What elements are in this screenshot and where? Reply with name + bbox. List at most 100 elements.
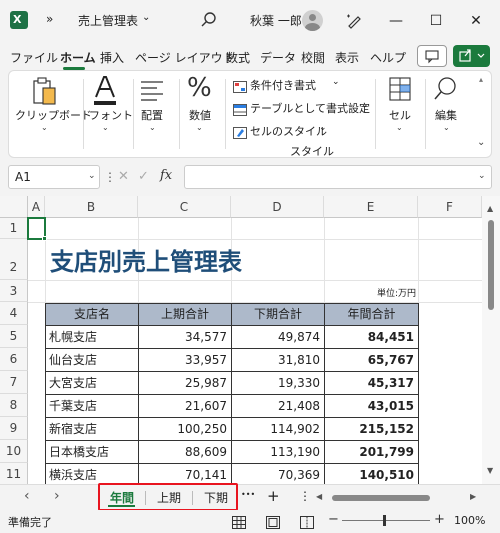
table-cell[interactable]: 仙台支店 <box>45 348 139 372</box>
normal-view-icon[interactable] <box>232 514 246 529</box>
tab-annual[interactable]: 年間 <box>110 489 134 506</box>
table-cell[interactable]: 49,874 <box>231 325 325 349</box>
table-cell[interactable]: 113,190 <box>231 440 325 464</box>
table-cell[interactable]: 100,250 <box>138 417 232 441</box>
header-branch[interactable]: 支店名 <box>45 303 139 326</box>
pen-icon[interactable] <box>345 12 363 30</box>
zoom-slider-track[interactable] <box>342 520 430 521</box>
column-header-a[interactable]: A <box>28 196 45 218</box>
row-header-11[interactable]: 11 <box>0 463 28 484</box>
row-header-6[interactable]: 6 <box>0 348 28 371</box>
column-header-f[interactable]: F <box>418 196 482 218</box>
menu-review[interactable]: 校閲 <box>301 49 325 66</box>
scroll-down-icon[interactable]: ▼ <box>487 466 493 475</box>
table-cell[interactable]: 21,408 <box>231 394 325 418</box>
zoom-out-button[interactable]: − <box>328 512 339 527</box>
unit-label[interactable]: 単位:万円 <box>360 286 416 299</box>
table-cell[interactable]: 34,577 <box>138 325 232 349</box>
function-icon[interactable]: fx <box>160 168 172 183</box>
menu-insert[interactable]: 挿入 <box>100 49 124 66</box>
zoom-slider-thumb[interactable] <box>383 515 386 526</box>
chevron-down-icon[interactable]: ⌄ <box>478 171 486 181</box>
column-header-d[interactable]: D <box>231 196 324 218</box>
fill-handle[interactable] <box>42 236 47 241</box>
scroll-right-icon[interactable]: ▶ <box>470 492 476 501</box>
table-cell[interactable]: 日本橋支店 <box>45 440 139 464</box>
column-header-b[interactable]: B <box>45 196 138 218</box>
horizontal-scrollbar[interactable]: ◀ ▶ <box>316 491 482 505</box>
search-icon[interactable] <box>200 11 218 29</box>
column-header-c[interactable]: C <box>138 196 231 218</box>
confirm-icon[interactable]: ✓ <box>138 169 149 184</box>
menu-page-layout[interactable]: ページ レイアウト <box>135 49 235 66</box>
tab-first-half[interactable]: 上期 <box>157 489 181 506</box>
cell-style-button[interactable]: セルのスタイル <box>250 123 327 139</box>
sheet-title[interactable]: 支店別売上管理表 <box>50 242 242 277</box>
percent-icon[interactable]: % <box>187 73 212 103</box>
maximize-button[interactable]: ☐ <box>422 8 450 34</box>
menu-home[interactable]: ホーム <box>60 49 96 66</box>
page-layout-view-icon[interactable] <box>266 514 280 529</box>
table-format-button[interactable]: テーブルとして書式設定 <box>250 100 370 116</box>
add-sheet-button[interactable]: + <box>267 487 280 505</box>
more-sheets-button[interactable]: ••• <box>241 490 255 499</box>
collapse-ribbon-icon[interactable]: ⌄ <box>477 137 485 148</box>
table-cell[interactable]: 70,369 <box>231 463 325 484</box>
minimize-button[interactable]: — <box>382 8 410 34</box>
header-annual[interactable]: 年間合計 <box>324 303 419 326</box>
header-second-half[interactable]: 下期合計 <box>231 303 325 326</box>
search-icon[interactable] <box>433 75 459 103</box>
close-button[interactable]: ✕ <box>462 8 490 34</box>
row-header-10[interactable]: 10 <box>0 440 28 463</box>
cells-icon[interactable] <box>387 75 413 103</box>
share-button[interactable] <box>453 45 490 67</box>
table-cell[interactable]: 45,317 <box>324 371 419 395</box>
menu-file[interactable]: ファイル <box>10 49 58 66</box>
row-header-5[interactable]: 5 <box>0 325 28 348</box>
header-first-half[interactable]: 上期合計 <box>138 303 232 326</box>
clipboard-icon[interactable] <box>31 77 59 107</box>
user-name[interactable]: 秋葉 一郎 <box>250 12 302 29</box>
table-cell[interactable]: 70,141 <box>138 463 232 484</box>
cancel-icon[interactable]: ✕ <box>118 169 129 184</box>
table-cell[interactable]: 65,767 <box>324 348 419 372</box>
scroll-left-icon[interactable]: ◀ <box>316 492 322 501</box>
page-break-view-icon[interactable] <box>300 514 314 529</box>
chevron-right-icon[interactable]: › <box>54 488 60 504</box>
formula-input[interactable] <box>184 165 492 189</box>
vertical-scroll-thumb[interactable] <box>488 220 494 310</box>
scroll-up-icon[interactable]: ▴ <box>479 75 483 84</box>
table-cell[interactable]: 215,152 <box>324 417 419 441</box>
scroll-up-icon[interactable]: ▲ <box>487 204 493 213</box>
overflow-chevron[interactable]: » <box>46 12 53 26</box>
table-cell[interactable]: 19,330 <box>231 371 325 395</box>
row-header-9[interactable]: 9 <box>0 417 28 440</box>
table-cell[interactable]: 大宮支店 <box>45 371 139 395</box>
comment-button[interactable] <box>417 45 447 67</box>
vertical-scrollbar[interactable]: ▲ ▼ <box>482 196 500 484</box>
row-header-7[interactable]: 7 <box>0 371 28 394</box>
select-all-corner[interactable] <box>0 196 28 218</box>
menu-formulas[interactable]: 数式 <box>226 49 250 66</box>
chevron-down-icon[interactable]: ⌄ <box>88 171 96 181</box>
avatar[interactable] <box>302 10 323 31</box>
excel-icon[interactable]: X <box>10 11 28 29</box>
table-cell[interactable]: 千葉支店 <box>45 394 139 418</box>
row-header-3[interactable]: 3 <box>0 280 28 302</box>
chevron-left-icon[interactable]: ‹ <box>24 488 30 504</box>
column-header-e[interactable]: E <box>324 196 418 218</box>
cells-group-label[interactable]: セル <box>389 107 411 123</box>
zoom-in-button[interactable]: + <box>434 512 445 527</box>
table-cell[interactable]: 33,957 <box>138 348 232 372</box>
table-cell[interactable]: 横浜支店 <box>45 463 139 484</box>
table-cell[interactable]: 31,810 <box>231 348 325 372</box>
table-cell[interactable]: 114,902 <box>231 417 325 441</box>
table-cell[interactable]: 札幌支店 <box>45 325 139 349</box>
horizontal-scroll-thumb[interactable] <box>332 495 430 501</box>
table-cell[interactable]: 84,451 <box>324 325 419 349</box>
table-cell[interactable]: 新宿支店 <box>45 417 139 441</box>
row-header-8[interactable]: 8 <box>0 394 28 417</box>
number-group-label[interactable]: 数値 <box>189 107 211 123</box>
align-icon[interactable] <box>139 77 165 105</box>
table-cell[interactable]: 25,987 <box>138 371 232 395</box>
